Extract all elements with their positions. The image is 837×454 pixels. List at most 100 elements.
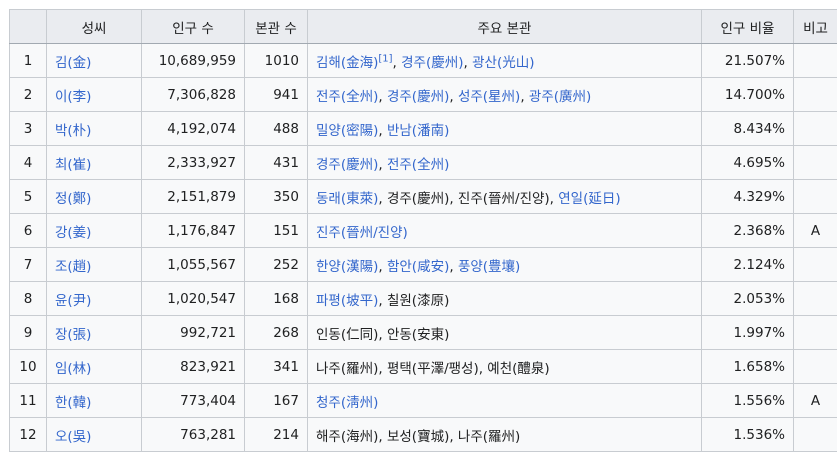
table-row: 2 이(李) 7,306,828 941 전주(全州), 경주(慶州), 성주(星州),… — [9, 77, 837, 112]
main-bongwan-cell: 한양(漢陽), 함안(咸安), 풍양(豊壤) — [307, 247, 702, 282]
surname-link[interactable]: 김(金) — [55, 55, 91, 71]
rank-cell: 9 — [9, 315, 47, 350]
bongwan-link[interactable]: 광산(光山) — [472, 55, 534, 71]
bongwan-link[interactable]: 김해(金海) — [316, 55, 378, 71]
table-row: 4 최(崔) 2,333,927 431 경주(慶州), 전주(全州) 4.695% — [9, 145, 837, 180]
surname-link[interactable]: 한(韓) — [55, 395, 91, 411]
rank-cell: 2 — [9, 77, 47, 112]
table-row: 6 강(姜) 1,176,847 151 진주(晉州/진양) 2.368% A — [9, 213, 837, 248]
population-cell: 7,306,828 — [141, 77, 245, 112]
footnote-link[interactable]: [1] — [378, 53, 392, 64]
rank-cell: 7 — [9, 247, 47, 282]
bongwan-text: , — [449, 88, 458, 105]
main-bongwan-cell: 해주(海州), 보성(寶城), 나주(羅州) — [307, 417, 702, 452]
surname-cell: 오(吳) — [46, 417, 142, 452]
header-bongwan-count[interactable]: 본관 수 — [244, 9, 308, 44]
bongwan-link[interactable]: 동래(東萊) — [316, 191, 378, 207]
note-cell — [793, 417, 837, 452]
population-cell: 1,055,567 — [141, 247, 245, 282]
main-bongwan-cell: 인동(仁同), 안동(安東) — [307, 315, 702, 350]
main-bongwan-cell: 파평(坡平), 칠원(漆原) — [307, 281, 702, 316]
surname-link[interactable]: 임(林) — [55, 361, 91, 377]
population-cell: 2,333,927 — [141, 145, 245, 180]
header-surname[interactable]: 성씨 — [46, 9, 142, 44]
bongwan-link[interactable]: 경주(慶州) — [316, 157, 378, 173]
bongwan-count-cell: 341 — [244, 349, 308, 384]
bongwan-text: , 칠원(漆原) — [378, 292, 450, 309]
surname-cell: 최(崔) — [46, 145, 142, 180]
bongwan-link[interactable]: 풍양(豊壤) — [458, 259, 520, 275]
surname-link[interactable]: 오(吳) — [55, 429, 91, 445]
header-ratio[interactable]: 인구 비율 — [701, 9, 794, 44]
bongwan-link[interactable]: 성주(星州) — [458, 89, 520, 105]
bongwan-link[interactable]: 경주(慶州) — [401, 55, 463, 71]
header-rank[interactable] — [9, 9, 47, 44]
bongwan-link[interactable]: 밀양(密陽) — [316, 123, 378, 139]
surname-link[interactable]: 조(趙) — [55, 259, 91, 275]
header-row: 성씨 인구 수 본관 수 주요 본관 인구 비율 비고 — [9, 9, 837, 44]
ratio-cell: 1.556% — [701, 383, 794, 418]
header-note[interactable]: 비고 — [793, 9, 837, 44]
main-bongwan-cell: 전주(全州), 경주(慶州), 성주(星州), 광주(廣州) — [307, 77, 702, 112]
ratio-cell: 1.658% — [701, 349, 794, 384]
surname-link[interactable]: 윤(尹) — [55, 293, 91, 309]
bongwan-text: , 경주(慶州), 진주(晉州/진양), — [378, 190, 559, 207]
header-main-bongwan[interactable]: 주요 본관 — [307, 9, 702, 44]
note-cell — [793, 43, 837, 78]
surname-link[interactable]: 장(張) — [55, 327, 91, 343]
bongwan-link[interactable]: 전주(全州) — [316, 89, 378, 105]
bongwan-link[interactable]: 반남(潘南) — [387, 123, 449, 139]
ratio-cell: 21.507% — [701, 43, 794, 78]
bongwan-text: , — [378, 122, 387, 139]
population-cell: 763,281 — [141, 417, 245, 452]
note-cell — [793, 145, 837, 180]
main-bongwan-cell: 나주(羅州), 평택(平澤/팽성), 예천(醴泉) — [307, 349, 702, 384]
surname-link[interactable]: 이(李) — [55, 89, 91, 105]
surname-link[interactable]: 강(姜) — [55, 225, 91, 241]
note-cell — [793, 349, 837, 384]
bongwan-link[interactable]: 경주(慶州) — [387, 89, 449, 105]
table-row: 10 임(林) 823,921 341 나주(羅州), 평택(平澤/팽성), 예천(醴泉… — [9, 349, 837, 384]
bongwan-text: 인동(仁同), 안동(安東) — [316, 326, 450, 343]
table-row: 12 오(吳) 763,281 214 해주(海州), 보성(寶城), 나주(羅州) 1.… — [9, 417, 837, 452]
table-row: 8 윤(尹) 1,020,547 168 파평(坡平), 칠원(漆原) 2.053% — [9, 281, 837, 316]
bongwan-link[interactable]: 함안(咸安) — [387, 259, 449, 275]
bongwan-link[interactable]: 한양(漢陽) — [316, 259, 378, 275]
bongwan-link[interactable]: 진주(晉州/진양) — [316, 225, 408, 241]
rank-cell: 11 — [9, 383, 47, 418]
bongwan-count-cell: 252 — [244, 247, 308, 282]
bongwan-text: , — [378, 258, 387, 275]
surname-cell: 한(韓) — [46, 383, 142, 418]
surname-cell: 정(鄭) — [46, 179, 142, 214]
surname-cell: 윤(尹) — [46, 281, 142, 316]
note-cell — [793, 281, 837, 316]
rank-cell: 12 — [9, 417, 47, 452]
bongwan-link[interactable]: 광주(廣州) — [529, 89, 591, 105]
surname-link[interactable]: 정(鄭) — [55, 191, 91, 207]
population-cell: 1,020,547 — [141, 281, 245, 316]
main-bongwan-cell: 김해(金海)[1], 경주(慶州), 광산(光山) — [307, 43, 702, 78]
bongwan-link[interactable]: 전주(全州) — [387, 157, 449, 173]
surname-link[interactable]: 최(崔) — [55, 157, 91, 173]
ratio-cell: 8.434% — [701, 111, 794, 146]
table-row: 5 정(鄭) 2,151,879 350 동래(東萊), 경주(慶州), 진주(晉州/진… — [9, 179, 837, 214]
bongwan-link[interactable]: 파평(坡平) — [316, 293, 378, 309]
bongwan-link[interactable]: 연일(延日) — [558, 191, 620, 207]
bongwan-count-cell: 214 — [244, 417, 308, 452]
bongwan-count-cell: 350 — [244, 179, 308, 214]
table-row: 3 박(朴) 4,192,074 488 밀양(密陽), 반남(潘南) 8.434% — [9, 111, 837, 146]
header-population[interactable]: 인구 수 — [141, 9, 245, 44]
note-cell — [793, 77, 837, 112]
population-cell: 4,192,074 — [141, 111, 245, 146]
bongwan-text: , — [392, 54, 402, 71]
surname-link[interactable]: 박(朴) — [55, 123, 91, 139]
rank-cell: 10 — [9, 349, 47, 384]
rank-cell: 6 — [9, 213, 47, 248]
ratio-cell: 2.053% — [701, 281, 794, 316]
bongwan-count-cell: 941 — [244, 77, 308, 112]
main-bongwan-cell: 청주(淸州) — [307, 383, 702, 418]
ratio-cell: 2.124% — [701, 247, 794, 282]
population-cell: 992,721 — [141, 315, 245, 350]
main-bongwan-cell: 진주(晉州/진양) — [307, 213, 702, 248]
bongwan-link[interactable]: 청주(淸州) — [316, 395, 378, 411]
